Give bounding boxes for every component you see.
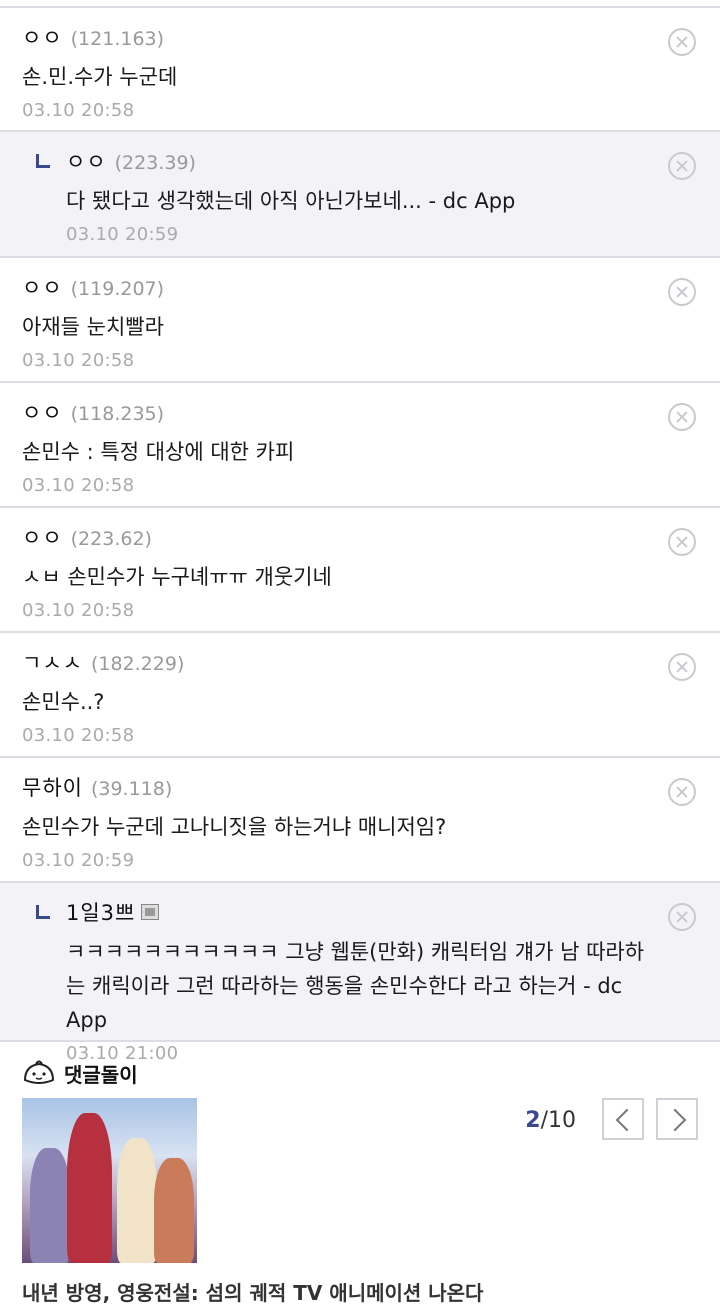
- comment-ip: (223.62): [70, 528, 152, 550]
- comment-date: 03.10 20:58: [22, 600, 135, 621]
- comment-author[interactable]: 무하이: [22, 772, 83, 802]
- comment-author[interactable]: ㅇㅇ: [22, 397, 63, 427]
- comment-text: 손민수가 누군데 고나니짓을 하는거냐 매니저임?: [22, 815, 447, 839]
- page-indicator: 2/10: [525, 1108, 576, 1133]
- comment-author[interactable]: 1일3쁘: [66, 897, 135, 927]
- reply-item: ㅇㅇ (223.39) 다 됐다고 생각했는데 아직 아닌가보네... - dc …: [0, 132, 720, 258]
- comment-item: ㄱㅅㅅ (182.229) 손민수..? 03.10 20:58: [0, 633, 720, 758]
- article-title-link[interactable]: 내년 방영, 영웅전설: 섬의 궤적 TV 애니메이션 나온다: [22, 1277, 698, 1306]
- comment-bot-section: 댓글돌이 2/10 내년 방영, 영웅전설: 섬의 궤적 TV 애니메이션 나온…: [0, 1042, 720, 1306]
- comment-ip: (182.229): [90, 653, 185, 675]
- dccon-icon: [141, 904, 160, 920]
- comment-date: 03.10 20:58: [22, 100, 135, 121]
- comment-date: 03.10 20:58: [22, 350, 135, 371]
- comment-ip: (121.163): [70, 28, 165, 50]
- comment-author[interactable]: ㅇㅇ: [22, 22, 63, 52]
- delete-icon[interactable]: [668, 528, 696, 556]
- delete-icon[interactable]: [668, 152, 696, 180]
- dumpling-icon: [22, 1058, 56, 1088]
- comment-item: 무하이 (39.118) 손민수가 누군데 고나니짓을 하는거냐 매니저임? 03…: [0, 758, 720, 883]
- comment-date: 03.10 20:58: [22, 725, 135, 746]
- page-current: 2: [525, 1108, 541, 1133]
- comment-author[interactable]: ㅇㅇ: [66, 146, 107, 176]
- delete-icon[interactable]: [668, 278, 696, 306]
- comment-date: 03.10 20:59: [66, 224, 179, 245]
- bot-pager: 2/10: [197, 1098, 698, 1263]
- comment-text: ㅋㅋㅋㅋㅋㅋㅋㅋㅋㅋㅋ 그냥 웹툰(만화) 캐릭터임 걔가 남 따라하는 캐릭이…: [66, 940, 645, 1032]
- comment-text: 아재들 눈치빨라: [22, 315, 164, 339]
- comment-date: 03.10 21:00: [66, 1043, 179, 1064]
- comment-item: ㅇㅇ (118.235) 손민수 : 특정 대상에 대한 카피 03.10 20:…: [0, 383, 720, 508]
- delete-icon[interactable]: [668, 653, 696, 681]
- comment-text: 손민수 : 특정 대상에 대한 카피: [22, 440, 295, 464]
- delete-icon[interactable]: [668, 903, 696, 931]
- delete-icon[interactable]: [668, 778, 696, 806]
- comment-item: ㅇㅇ (119.207) 아재들 눈치빨라 03.10 20:58: [0, 258, 720, 383]
- comment-ip: (118.235): [70, 403, 165, 425]
- delete-icon[interactable]: [668, 403, 696, 431]
- comment-ip: (223.39): [114, 152, 196, 174]
- comment-text: 손.민.수가 누군데: [22, 65, 178, 89]
- page-total: /10: [540, 1108, 576, 1133]
- comment-author[interactable]: ㄱㅅㅅ: [22, 647, 83, 677]
- next-page-button[interactable]: [656, 1098, 698, 1140]
- comment-author[interactable]: ㅇㅇ: [22, 522, 63, 552]
- comment-text: ㅅㅂ 손민수가 누구녜ㅠㅠ 개웃기네: [22, 565, 332, 589]
- comment-ip: (119.207): [70, 278, 165, 300]
- comment-author[interactable]: ㅇㅇ: [22, 272, 63, 302]
- comment-text: 다 됐다고 생각했는데 아직 아닌가보네... - dc App: [66, 189, 516, 213]
- reply-item: 1일3쁘 ㅋㅋㅋㅋㅋㅋㅋㅋㅋㅋㅋ 그냥 웹툰(만화) 캐릭터임 걔가 남 따라하…: [0, 883, 720, 1064]
- reply-arrow-icon: [36, 905, 50, 919]
- comment-ip: (39.118): [90, 778, 173, 800]
- comment-text: 손민수..?: [22, 690, 105, 714]
- comment-date: 03.10 20:58: [22, 475, 135, 496]
- prev-page-button[interactable]: [602, 1098, 644, 1140]
- article-thumbnail[interactable]: [22, 1098, 197, 1263]
- reply-arrow-icon: [36, 154, 50, 168]
- top-divider: [0, 0, 720, 8]
- comment-item: ㅇㅇ (121.163) 손.민.수가 누군데 03.10 20:58: [0, 8, 720, 132]
- delete-icon[interactable]: [668, 28, 696, 56]
- comment-item: ㅇㅇ (223.62) ㅅㅂ 손민수가 누구녜ㅠㅠ 개웃기네 03.10 20:5…: [0, 508, 720, 633]
- comment-date: 03.10 20:59: [22, 850, 135, 871]
